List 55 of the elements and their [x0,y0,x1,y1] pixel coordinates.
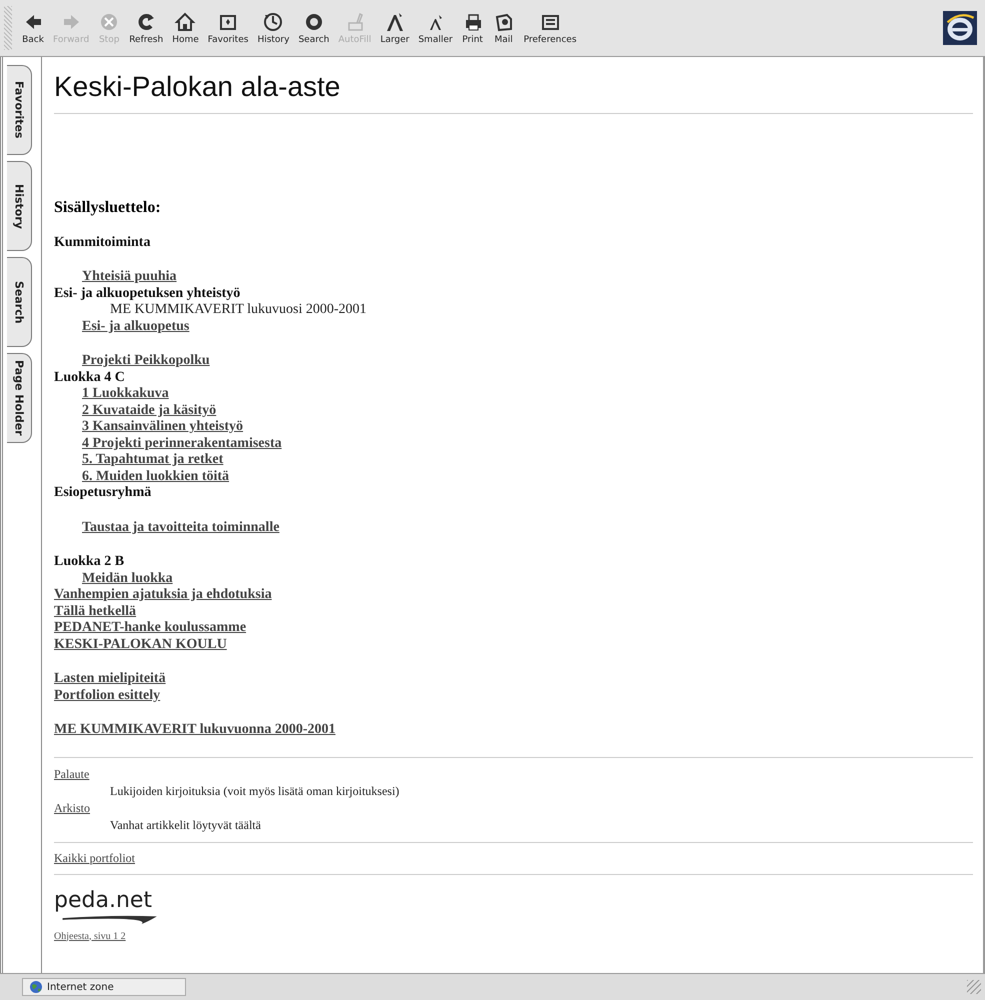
toolbar-button[interactable]: Favorites [204,9,252,47]
toolbar-button[interactable]: Home [168,9,203,47]
clock-icon [262,11,284,33]
toolbar-button[interactable]: History [253,9,294,47]
resize-grip-icon[interactable] [967,980,981,994]
section-label: Esi- ja alkuopetuksen yhteistyö [54,286,240,302]
section-link[interactable]: Arkisto [54,800,90,816]
toolbar-button[interactable]: Preferences [520,9,581,47]
page-link[interactable]: Lasten mielipiteitä [54,671,166,688]
sidebar-tab[interactable]: Page Holder [7,353,32,443]
toolbar-button[interactable]: Back [18,9,48,47]
section-label: Esiopetusryhmä [54,485,152,502]
help-link[interactable]: Ohjeesta, sivu 1 2 [54,930,126,942]
note-text: ME KUMMIKAVERIT lukuvuosi 2000-2001 [109,302,367,318]
page-link[interactable]: 5. Tapahtumat ja retket [82,452,224,468]
page-link[interactable]: ME KUMMIKAVERIT lukuvuonna 2000-2001 [54,722,336,738]
sidebar-tab[interactable]: History [7,161,32,251]
section-description: Lukijoiden kirjoituksia (voit myös lisätä oman kirjoituksesi) [109,782,400,800]
toolbar-button[interactable]: Search [294,9,334,47]
page-link[interactable]: Yhteisiä puuhia [82,269,177,286]
toolbar-button[interactable]: Print [458,9,488,47]
page-link[interactable]: Taustaa ja tavoitteita toiminnalle [82,520,280,536]
section-label: Luokka 2 B [54,554,124,570]
toolbar-button[interactable]: Refresh [125,9,168,47]
section-link[interactable]: Palaute [54,766,90,782]
page-link[interactable]: 2 Kuvataide ja käsityö [82,402,216,419]
page-title: Keski-Palokan ala-aste [54,71,342,103]
page-link[interactable]: Portfolion esittely [54,688,160,704]
portfolios-link[interactable]: Kaikki portfoliot [54,850,135,866]
page-link[interactable]: Vanhempien ajatuksia ja ehdotuksia [54,587,272,604]
toolbar-button[interactable]: Larger [376,9,414,47]
site-logo: peda.net [54,888,174,924]
section-label: Luokka 4 C [54,370,125,386]
toolbar-button[interactable]: Smaller [414,9,457,47]
home-icon [174,11,196,33]
page-link[interactable]: PEDANET-hanke koulussamme [54,620,246,636]
globe-icon [29,980,43,994]
browser-logo-icon [943,11,977,45]
toolbar-button[interactable]: Mail [488,9,519,47]
page-link[interactable]: 3 Kansainvälinen yhteistyö [82,419,244,436]
page-link[interactable]: KESKI-PALOKAN KOULU [54,636,227,653]
sidebar-tab[interactable]: Favorites [7,65,32,155]
page-link[interactable]: Meidän luokka [82,570,173,587]
page-link[interactable]: Tällä hetkellä [54,604,136,620]
page-link[interactable]: 6. Muiden luokkien töitä [82,468,230,485]
page-link[interactable]: Esi- ja alkuopetus [82,318,190,335]
page-link[interactable]: 4 Projekti perinnerakentamisesta [82,436,282,452]
page-link[interactable]: Projekti Peikkopolku [82,353,210,370]
contents-heading: Sisällysluettelo: [54,200,161,216]
sidebar-tab[interactable]: Search [7,257,32,347]
zone-label: Internet zone [47,982,114,992]
toolbar-grip[interactable] [4,6,12,50]
section-description: Vanhat artikkelit löytyvät täältä [109,816,262,834]
page-link[interactable]: 1 Luokkakuva [82,386,169,402]
section-label: Kummitoiminta [54,234,150,251]
